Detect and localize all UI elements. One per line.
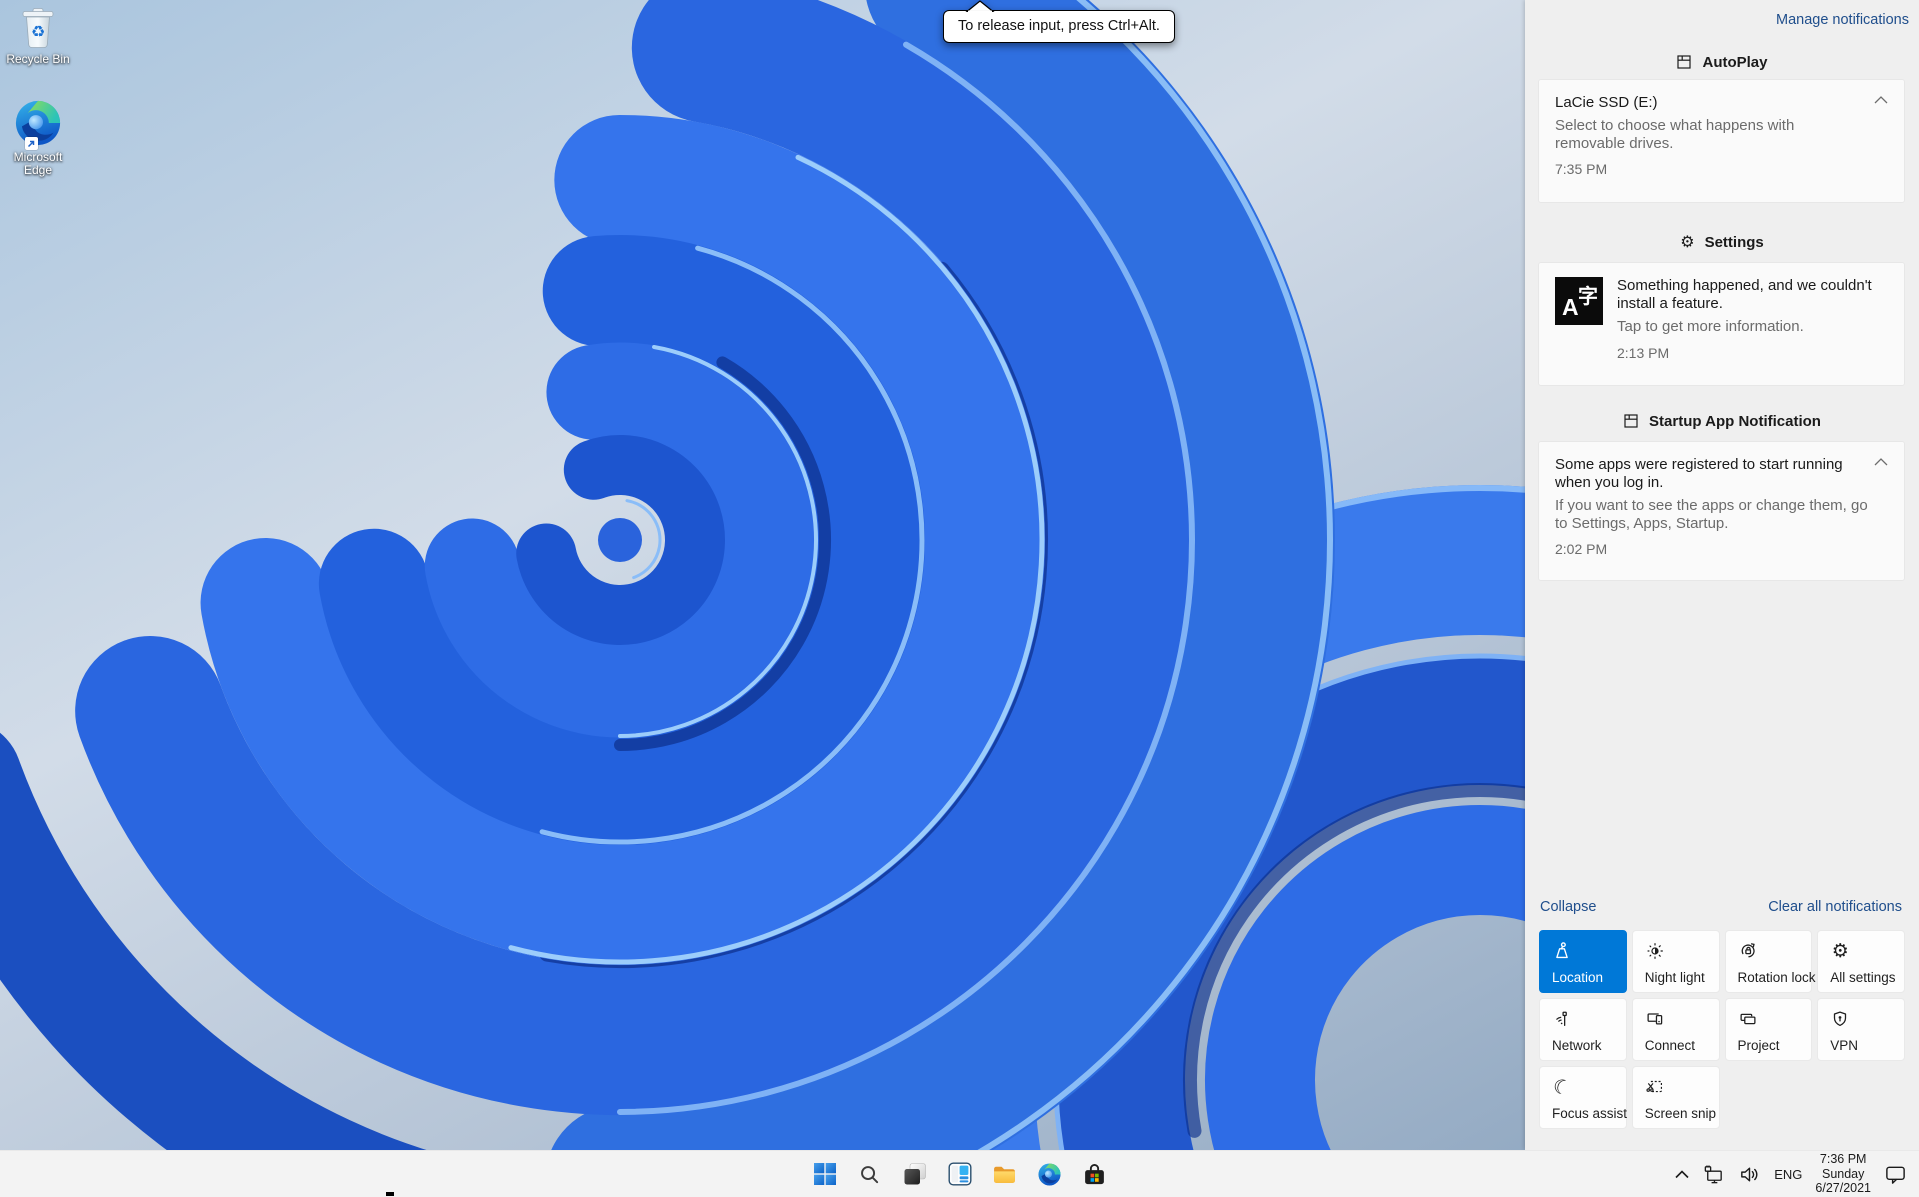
section-title: Startup App Notification xyxy=(1649,412,1821,430)
volume-tray-button[interactable] xyxy=(1738,1163,1761,1186)
quick-action-project[interactable]: Project xyxy=(1724,998,1813,1061)
vm-release-input-tooltip: To release input, press Ctrl+Alt. xyxy=(943,0,1175,43)
quick-action-vpn[interactable]: VPN xyxy=(1817,998,1905,1061)
clock-day: Sunday xyxy=(1821,1166,1865,1181)
manage-notifications-link[interactable]: Manage notifications xyxy=(1776,12,1909,28)
notification-body: If you want to see the apps or change th… xyxy=(1555,497,1868,532)
notification-body: Tap to get more information. xyxy=(1617,318,1804,335)
gear-icon: ⚙ xyxy=(1680,232,1695,251)
desktop-icon-microsoft-edge[interactable]: Microsoft Edge xyxy=(0,98,76,177)
notification-time: 2:02 PM xyxy=(1555,541,1608,557)
quick-action-rotation-lock[interactable]: Rotation lock xyxy=(1724,930,1816,993)
recycle-bin-icon: ♻ xyxy=(22,8,54,48)
screen-device-icon xyxy=(1644,1008,1666,1030)
dual-screen-icon xyxy=(1737,1008,1759,1030)
quick-actions-grid: Location Night light Rotation lock ⚙ All… xyxy=(1539,930,1905,1129)
quick-action-focus-assist[interactable]: ☾ Focus assist xyxy=(1539,1066,1627,1129)
quick-action-connect[interactable]: Connect xyxy=(1631,998,1720,1061)
app-default-icon xyxy=(1624,414,1638,428)
widgets-button[interactable] xyxy=(947,1161,973,1187)
notification-card-settings[interactable]: A 字 Something happened, and we couldn't … xyxy=(1539,263,1904,385)
network-ethernet-icon xyxy=(1704,1164,1723,1183)
microsoft-store-icon xyxy=(1085,1163,1104,1184)
search-button[interactable] xyxy=(857,1161,883,1187)
windows-start-icon xyxy=(813,1163,836,1185)
edge-browser-button[interactable] xyxy=(1037,1161,1063,1187)
desktop-icon-label: Microsoft Edge xyxy=(13,150,63,177)
location-beacon-icon xyxy=(1551,940,1573,962)
rotate-lock-icon xyxy=(1737,940,1759,962)
taskbar: ENG 7:36 PM Sunday 6/27/2021 xyxy=(0,1150,1919,1197)
chevron-up-icon[interactable] xyxy=(1874,96,1888,104)
desktop-screen: ♻ Recycle Bin Microsoft Edge To release … xyxy=(0,0,1919,1197)
file-explorer-icon xyxy=(994,1166,1015,1183)
tooltip-text: To release input, press Ctrl+Alt. xyxy=(943,10,1175,43)
notification-card-autoplay[interactable]: LaCie SSD (E:) Select to choose what hap… xyxy=(1539,80,1904,202)
section-title: AutoPlay xyxy=(1702,53,1768,71)
svg-text:♻: ♻ xyxy=(31,22,45,41)
chat-bubble-icon xyxy=(1886,1166,1905,1184)
scissors-snip-icon xyxy=(1644,1076,1666,1098)
tooltip-tail xyxy=(965,0,995,12)
section-title: Settings xyxy=(1704,233,1764,251)
language-indicator[interactable]: ENG xyxy=(1774,1167,1802,1182)
clear-all-notifications-link[interactable]: Clear all notifications xyxy=(1768,899,1902,915)
notification-time: 7:35 PM xyxy=(1555,161,1608,177)
edge-logo-icon xyxy=(13,98,63,148)
speaker-icon xyxy=(1741,1167,1758,1181)
widgets-icon xyxy=(948,1162,972,1186)
microsoft-store-button[interactable] xyxy=(1082,1161,1108,1187)
search-icon xyxy=(861,1165,879,1183)
notification-title: Some apps were registered to start runni… xyxy=(1555,456,1843,491)
shield-key-icon xyxy=(1829,1008,1851,1030)
chevron-up-icon[interactable] xyxy=(1874,458,1888,466)
start-button[interactable] xyxy=(812,1161,838,1187)
notification-card-startup[interactable]: Some apps were registered to start runni… xyxy=(1539,442,1904,580)
clock-date-display[interactable]: 7:36 PM Sunday 6/27/2021 xyxy=(1815,1152,1871,1196)
notification-title: LaCie SSD (E:) xyxy=(1555,94,1658,111)
section-header-autoplay: AutoPlay xyxy=(1525,52,1919,72)
desktop-icon-label: Recycle Bin xyxy=(6,52,70,66)
quick-action-night-light[interactable]: Night light xyxy=(1631,930,1720,993)
collapse-link[interactable]: Collapse xyxy=(1540,899,1596,915)
task-view-icon xyxy=(904,1163,926,1185)
show-hidden-icons-button[interactable] xyxy=(1675,1169,1689,1179)
clock-date: 6/27/2021 xyxy=(1815,1181,1871,1196)
sun-icon xyxy=(1644,940,1666,962)
notification-center-button[interactable] xyxy=(1884,1163,1907,1186)
task-view-button[interactable] xyxy=(902,1161,928,1187)
chevron-up-icon xyxy=(1675,1169,1689,1178)
system-tray: ENG 7:36 PM Sunday 6/27/2021 xyxy=(1675,1151,1919,1197)
language-feature-app-icon: A 字 xyxy=(1555,277,1603,325)
notification-title: Something happened, and we couldn't inst… xyxy=(1617,277,1872,312)
quick-action-location[interactable]: Location xyxy=(1539,930,1627,993)
action-center-panel: Manage notifications AutoPlay LaCie SSD … xyxy=(1525,0,1919,1150)
gear-icon: ⚙ xyxy=(1831,939,1849,962)
section-header-startup: Startup App Notification xyxy=(1525,411,1919,431)
shortcut-arrow-badge xyxy=(25,137,38,150)
clock-time: 7:36 PM xyxy=(1819,1152,1867,1167)
moon-icon: ☾ xyxy=(1549,1072,1575,1102)
quick-action-screen-snip[interactable]: Screen snip xyxy=(1631,1066,1720,1129)
section-header-settings: ⚙ Settings xyxy=(1525,232,1919,252)
wifi-antenna-icon xyxy=(1551,1008,1573,1030)
desktop-icon-recycle-bin[interactable]: ♻ Recycle Bin xyxy=(0,6,76,66)
taskbar-center-icons xyxy=(0,1151,1919,1197)
quick-action-network[interactable]: Network xyxy=(1539,998,1627,1061)
app-default-icon xyxy=(1677,55,1692,69)
network-tray-button[interactable] xyxy=(1702,1163,1725,1186)
notification-time: 2:13 PM xyxy=(1617,344,1670,361)
file-explorer-button[interactable] xyxy=(992,1161,1018,1187)
quick-action-all-settings[interactable]: ⚙ All settings xyxy=(1817,930,1905,993)
mouse-cursor-artifact xyxy=(386,1192,394,1196)
edge-icon xyxy=(1037,1162,1062,1187)
notification-body: Select to choose what happens with remov… xyxy=(1555,117,1795,152)
